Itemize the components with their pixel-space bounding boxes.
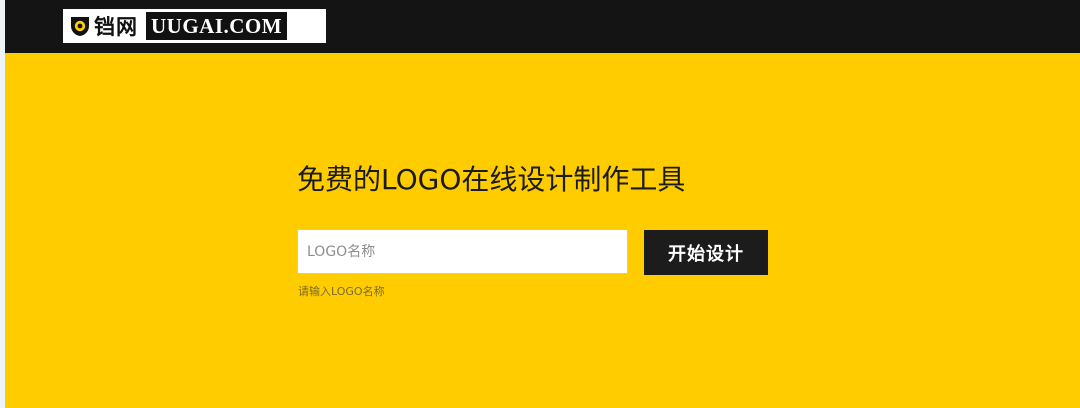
logo-domain: UUGAI.COM [146, 12, 288, 40]
page: 铛网 UUGAI.COM 免费的LOGO在线设计制作工具 开始设计 请输入LOG… [0, 0, 1080, 408]
top-navbar: 铛网 UUGAI.COM [5, 0, 1080, 53]
page-title: 免费的LOGO在线设计制作工具 [297, 163, 686, 196]
window-edge [0, 0, 5, 408]
logo-chinese-name: 铛网 [94, 13, 138, 39]
input-hint: 请输入LOGO名称 [298, 285, 385, 298]
shield-u-icon [71, 17, 89, 36]
start-design-button[interactable]: 开始设计 [644, 230, 768, 275]
logo-name-input[interactable] [297, 229, 628, 274]
site-logo-link[interactable]: 铛网 UUGAI.COM [63, 9, 326, 43]
